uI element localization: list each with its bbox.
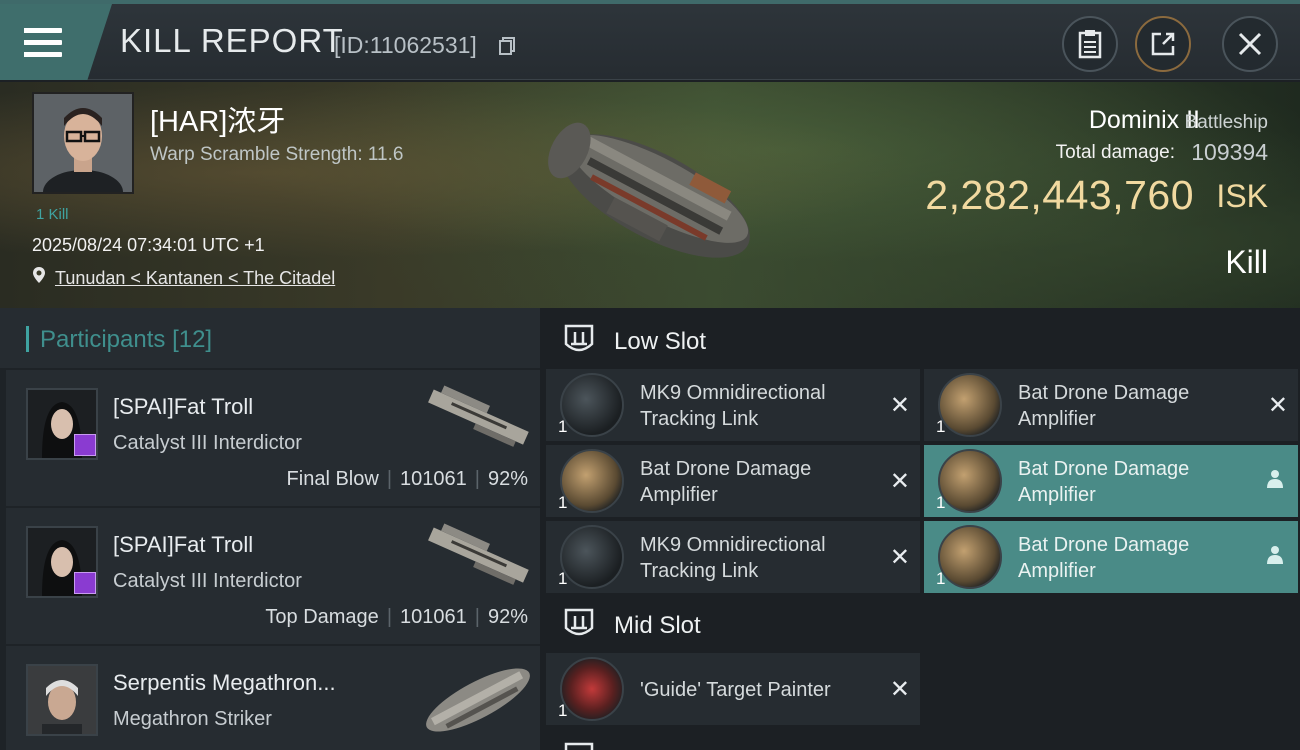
- clipboard-icon: [1078, 30, 1102, 59]
- participant-stats: Top Damage | 101061 | 92%: [265, 606, 528, 628]
- drone-amplifier-icon: [938, 449, 1002, 513]
- isk-unit: ISK: [1216, 178, 1268, 214]
- page-title: KILL REPORT: [120, 22, 344, 59]
- slot-icon: [564, 742, 594, 750]
- participant-row[interactable]: [SPAI]Fat Troll Catalyst III Interdictor…: [6, 508, 540, 644]
- module-name: Bat Drone Damage Amplifier: [640, 458, 812, 506]
- module-item[interactable]: 1 'Guide' Target Painter ✕: [546, 653, 920, 725]
- module-name: 'Guide' Target Painter: [640, 679, 831, 701]
- participant-name: Serpentis Megathron...: [113, 670, 336, 695]
- top-bar: KILL REPORT [ID:11062531]: [0, 0, 1300, 80]
- close-button[interactable]: [1222, 16, 1278, 72]
- module-qty: 1: [936, 569, 946, 588]
- module-name: Bat Drone Damage Amplifier: [1018, 382, 1190, 430]
- module-item[interactable]: 1 Bat Drone Damage Amplifier ✕: [924, 369, 1298, 441]
- destroyed-x-icon: ✕: [889, 676, 910, 703]
- dropped-person-icon: [1267, 546, 1283, 564]
- participant-name: [SPAI]Fat Troll: [113, 394, 254, 419]
- dropped-person-icon: [1267, 470, 1283, 488]
- participant-ship-image: [426, 668, 530, 732]
- participant-ship-image: [428, 385, 529, 447]
- next-slot-header: [546, 734, 1300, 750]
- destroyed-x-icon: ✕: [889, 468, 910, 495]
- share-icon: [1151, 32, 1175, 56]
- victim-ship-image[interactable]: [530, 96, 780, 296]
- destroyed-x-icon: ✕: [889, 544, 910, 571]
- kill-location-link[interactable]: Tunudan < Kantanen < The Citadel: [55, 268, 335, 289]
- participant-ship: Catalyst III Interdictor: [113, 570, 302, 592]
- participant-stats: Final Blow | 101061 | 92%: [286, 468, 528, 490]
- total-damage-value: 109394: [1191, 139, 1268, 165]
- outcome-label: Kill: [1225, 244, 1268, 280]
- kill-count: 1 Kill: [36, 206, 69, 223]
- isk-value: 2,282,443,760: [925, 172, 1194, 218]
- victim-banner: [HAR]浓牙 Warp Scramble Strength: 11.6 1 K…: [0, 82, 1300, 308]
- module-item[interactable]: 1 Bat Drone Damage Amplifier: [924, 521, 1298, 593]
- module-qty: 1: [558, 493, 568, 512]
- module-qty: 1: [936, 417, 946, 436]
- victim-ship-name[interactable]: Dominix II: [1089, 106, 1200, 135]
- drone-amplifier-icon: [938, 525, 1002, 589]
- module-item[interactable]: 1 MK9 Omnidirectional Tracking Link ✕: [546, 369, 920, 441]
- participant-row[interactable]: [SPAI]Fat Troll Catalyst III Interdictor…: [6, 370, 540, 506]
- low-slot-header: Low Slot: [546, 316, 1300, 364]
- participant-ship: Megathron Striker: [113, 708, 272, 730]
- mid-slot-icon: [564, 608, 594, 636]
- low-slot-title: Low Slot: [614, 328, 707, 355]
- module-name: MK9 Omnidirectional Tracking Link: [640, 382, 826, 430]
- module-item[interactable]: 1 Bat Drone Damage Amplifier ✕: [546, 445, 920, 517]
- module-item[interactable]: 1 MK9 Omnidirectional Tracking Link ✕: [546, 521, 920, 593]
- mid-slot-header: Mid Slot: [546, 600, 1300, 648]
- avatar: [26, 664, 98, 736]
- drone-amplifier-icon: [560, 449, 624, 513]
- character-avatar: [34, 94, 132, 192]
- module-name: MK9 Omnidirectional Tracking Link: [640, 534, 826, 582]
- copy-icon[interactable]: [499, 37, 515, 55]
- mid-slot-title: Mid Slot: [614, 612, 701, 639]
- module-name: Bat Drone Damage Amplifier: [1018, 534, 1190, 582]
- module-qty: 1: [558, 701, 568, 720]
- share-button[interactable]: [1135, 16, 1191, 72]
- clipboard-button[interactable]: [1062, 16, 1118, 72]
- module-qty: 1: [558, 569, 568, 588]
- participant-name: [SPAI]Fat Troll: [113, 532, 254, 557]
- victim-portrait[interactable]: [32, 92, 134, 194]
- tracking-link-icon: [560, 373, 624, 437]
- total-damage-label: Total damage:: [1055, 142, 1175, 163]
- menu-button[interactable]: [0, 4, 112, 80]
- module-item[interactable]: 1 Bat Drone Damage Amplifier: [924, 445, 1298, 517]
- participants-title: Participants [12]: [40, 326, 213, 353]
- target-painter-icon: [560, 657, 624, 721]
- close-icon: [1238, 32, 1262, 56]
- victim-name[interactable]: [HAR]浓牙: [150, 98, 285, 140]
- participant-ship: Catalyst III Interdictor: [113, 432, 302, 454]
- module-qty: 1: [558, 417, 568, 436]
- role-badge: [74, 434, 96, 456]
- participants-panel: Participants [12] [SPAI]Fat Troll Cataly…: [0, 308, 540, 750]
- participant-ship-image: [428, 523, 529, 585]
- tracking-link-icon: [560, 525, 624, 589]
- destroyed-x-icon: ✕: [889, 392, 910, 419]
- role-badge: [74, 572, 96, 594]
- participant-row[interactable]: Serpentis Megathron... Megathron Striker: [6, 646, 540, 750]
- module-qty: 1: [936, 493, 946, 512]
- low-slot-icon: [564, 324, 594, 352]
- report-id: [ID:11062531]: [334, 32, 477, 58]
- module-name: Bat Drone Damage Amplifier: [1018, 458, 1190, 506]
- warp-scramble-strength: Warp Scramble Strength: 11.6: [150, 144, 404, 165]
- drone-amplifier-icon: [938, 373, 1002, 437]
- participants-header: Participants [12]: [0, 308, 540, 368]
- victim-ship-class: Battleship: [1184, 112, 1268, 133]
- kill-datetime: 2025/08/24 07:34:01 UTC +1: [32, 235, 265, 255]
- destroyed-x-icon: ✕: [1267, 392, 1288, 419]
- location-pin-icon: [33, 267, 45, 283]
